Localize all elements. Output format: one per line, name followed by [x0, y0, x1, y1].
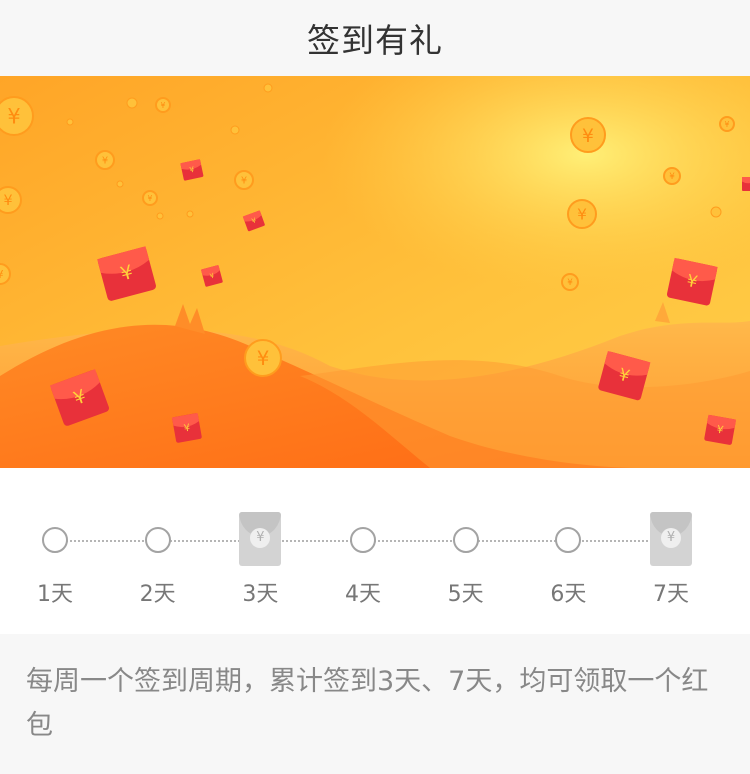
svg-text:¥: ¥: [567, 278, 573, 288]
svg-text:¥: ¥: [161, 101, 166, 110]
red-envelope-decoration: ¥: [171, 412, 202, 443]
coin-decoration: ¥: [0, 186, 22, 214]
coin-decoration: ¥: [561, 273, 579, 291]
coin-decoration: [126, 97, 138, 109]
coin-decoration: [710, 206, 722, 218]
svg-text:¥: ¥: [257, 347, 270, 370]
day-label: 3天: [242, 582, 279, 607]
coin-decoration: ¥: [155, 97, 171, 113]
svg-text:¥: ¥: [582, 126, 594, 147]
banner-image: ¥¥¥¥¥¥¥¥¥¥¥¥¥¥¥¥¥¥¥¥¥¥: [0, 76, 750, 468]
coin-decoration: ¥: [719, 116, 735, 132]
day-label: 7天: [653, 582, 690, 607]
yuan-icon: ¥: [661, 528, 682, 548]
day-label: 2天: [139, 582, 176, 607]
day-circle[interactable]: [144, 527, 171, 553]
page-title: 签到有礼: [307, 21, 443, 60]
coin-decoration: [230, 125, 240, 135]
day-label: 4天: [345, 582, 381, 607]
svg-text:¥: ¥: [102, 156, 108, 167]
red-envelope-decoration: ¥: [704, 414, 737, 445]
checkin-progress: 1天 2天 ¥3天 4天 5天 6天 ¥7天: [0, 468, 750, 634]
coin-decoration: ¥: [95, 150, 115, 170]
reward-envelope-icon[interactable]: ¥: [239, 512, 282, 566]
day-label: 6天: [550, 582, 587, 607]
coin-decoration: ¥: [663, 167, 681, 185]
day-label: 5天: [447, 582, 484, 607]
coin-decoration: ¥: [570, 117, 606, 153]
svg-text:¥: ¥: [148, 194, 153, 203]
red-envelope-decoration: [742, 177, 750, 191]
coin-decoration: [66, 118, 74, 126]
coin-decoration: [116, 180, 124, 188]
coin-decoration: ¥: [234, 170, 254, 190]
svg-text:¥: ¥: [0, 268, 4, 281]
day-circle[interactable]: [555, 527, 582, 553]
coin-decoration: [186, 210, 194, 218]
day-circle[interactable]: [350, 527, 376, 553]
svg-text:¥: ¥: [725, 120, 730, 129]
coin-decoration: [156, 212, 164, 220]
coin-decoration: [263, 83, 273, 93]
coin-decoration: ¥: [244, 339, 282, 377]
reward-envelope-icon[interactable]: ¥: [650, 512, 693, 566]
day-circle[interactable]: [452, 527, 479, 553]
yuan-icon: ¥: [250, 528, 271, 548]
coin-decoration: ¥: [142, 190, 158, 206]
day-label: 1天: [37, 582, 73, 607]
coin-decoration: ¥: [567, 199, 597, 229]
checkin-description: 每周一个签到周期，累计签到3天、7天，均可领取一个红包: [26, 666, 709, 741]
svg-text:¥: ¥: [669, 172, 675, 182]
svg-text:¥: ¥: [3, 193, 12, 209]
banner-illustration: ¥¥¥¥¥¥¥¥¥¥¥¥¥¥¥¥¥¥¥¥¥¥: [0, 76, 750, 468]
coin-decoration: ¥: [0, 96, 34, 136]
day-circle[interactable]: [42, 527, 68, 553]
header: 签到有礼: [0, 0, 750, 76]
svg-text:¥: ¥: [241, 176, 247, 187]
svg-text:¥: ¥: [7, 105, 20, 129]
svg-text:¥: ¥: [577, 206, 587, 224]
